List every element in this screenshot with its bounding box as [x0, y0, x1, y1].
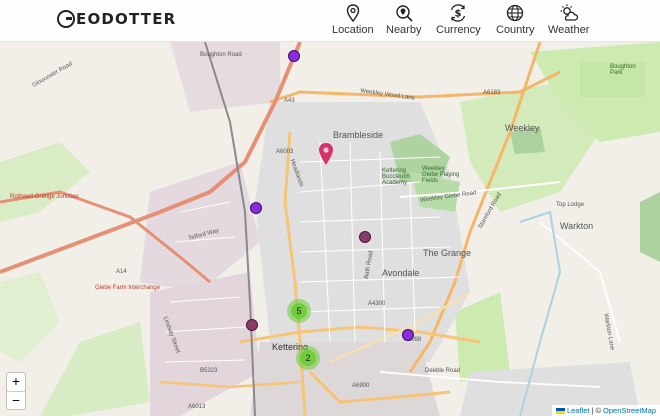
map-attribution: Leaflet | © OpenStreetMap [551, 405, 660, 416]
nearby-search-icon [396, 5, 413, 22]
location-pin-icon [346, 4, 359, 23]
road-label-boughton: Boughton Road [200, 52, 242, 58]
zoom-in-button[interactable]: + [7, 373, 25, 391]
zoom-out-button[interactable]: − [7, 391, 25, 409]
road-label-a4300: A4300 [368, 301, 386, 307]
place-label-the-grange: The Grange [423, 248, 472, 258]
nav-country-label: Country [496, 24, 535, 36]
nav-weather-label: Weather [548, 24, 590, 36]
place-label-academy: Kettering Buccleuch Academy [382, 168, 410, 186]
nav-nearby-label: Nearby [386, 24, 422, 36]
logo-g-mark [57, 10, 75, 28]
road-label-a6003: A6003 [276, 149, 294, 155]
leaflet-link[interactable]: Leaflet [567, 406, 590, 415]
attribution-separator: | © [591, 406, 602, 415]
nav-country[interactable]: Country [496, 3, 535, 39]
ukraine-flag-icon [555, 407, 565, 414]
cluster-count: 5 [291, 303, 307, 319]
place-label-weekley: Weekley [505, 123, 540, 133]
road-label-a6013: A6013 [188, 404, 206, 410]
nav-location-label: Location [332, 24, 374, 36]
marker-cluster[interactable]: 5 [287, 299, 311, 323]
map-marker[interactable] [359, 231, 371, 243]
current-location-pin-icon[interactable] [317, 142, 335, 166]
zoom-control: + − [6, 372, 26, 410]
place-label-brambleside: Brambleside [333, 130, 384, 140]
map-marker[interactable] [246, 319, 258, 331]
map-marker[interactable] [288, 50, 300, 62]
road-label-a6183: A6183 [483, 90, 501, 96]
road-label-a6900: A6900 [352, 383, 370, 389]
globe-icon [507, 4, 524, 22]
road-label-a14: A14 [116, 269, 127, 275]
nav-location[interactable]: Location [332, 3, 374, 39]
road-label-deeble: Deeble Road [425, 368, 461, 374]
marker-cluster[interactable]: 2 [296, 346, 320, 370]
cluster-count: 2 [300, 350, 316, 366]
weather-sun-cloud-icon [560, 4, 578, 21]
svg-text:$: $ [455, 9, 462, 20]
place-label-warkton: Warkton [560, 221, 594, 231]
currency-dollar-icon: $ [451, 4, 466, 22]
road-label-top-lodge: Top Lodge [556, 202, 585, 208]
logo-text: EODOTTER [76, 10, 177, 28]
road-label-b5323: B5323 [200, 368, 218, 374]
nav-nearby[interactable]: Nearby [386, 3, 421, 39]
map-marker[interactable] [402, 329, 414, 341]
nav-weather[interactable]: Weather [548, 3, 589, 39]
app-header: EODOTTER Location Nearby $ Currency Coun… [0, 0, 660, 42]
map-marker[interactable] [250, 202, 262, 214]
map-view[interactable]: Brambleside The Grange Avondale Weekley … [0, 42, 660, 416]
app-logo[interactable]: EODOTTER [57, 10, 176, 28]
place-label-avondale: Avondale [382, 268, 420, 278]
osm-link[interactable]: OpenStreetMap [603, 406, 656, 415]
place-label-glebe-farm: Glebe Farm Interchange [95, 285, 161, 291]
nav-currency-label: Currency [436, 24, 481, 36]
place-label-boughton-park: Boughton Park [610, 64, 636, 76]
nav-currency[interactable]: $ Currency [436, 3, 481, 39]
road-label-a43: A43 [284, 98, 295, 104]
place-label-playing-fields: Weekley Glebe Playing Fields [422, 166, 460, 184]
place-label-rothwell-junction: Rothwell Grange Junction [10, 194, 79, 200]
